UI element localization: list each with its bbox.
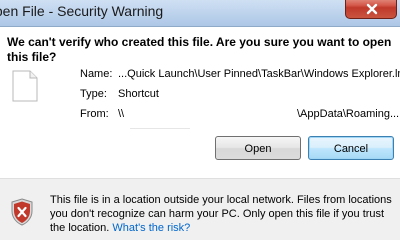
from-value-path: \AppData\Roaming...: [297, 108, 400, 120]
security-question: We can't verify who created this file. A…: [7, 35, 392, 64]
name-value: ...Quick Launch\User Pinned\TaskBar\Wind…: [118, 68, 400, 80]
type-value: Shortcut: [118, 88, 159, 100]
title-bar: Open File - Security Warning: [0, 0, 400, 27]
warning-message: This file is in a location outside your …: [50, 194, 392, 234]
close-button[interactable]: [345, 0, 397, 19]
file-icon: [12, 70, 38, 102]
redacted-path: [130, 118, 190, 129]
warning-text-block: This file is in a location outside your …: [50, 193, 395, 235]
window-title: Open File - Security Warning: [0, 3, 164, 19]
shield-icon: [11, 198, 33, 226]
whats-the-risk-link[interactable]: What's the risk?: [112, 222, 190, 234]
open-button[interactable]: Open: [215, 136, 301, 160]
close-icon: [366, 3, 378, 15]
from-value: \\: [118, 108, 125, 120]
from-label: From:: [80, 108, 109, 120]
type-label: Type:: [80, 88, 107, 100]
cancel-button[interactable]: Cancel: [308, 136, 394, 160]
name-label: Name:: [80, 68, 113, 80]
